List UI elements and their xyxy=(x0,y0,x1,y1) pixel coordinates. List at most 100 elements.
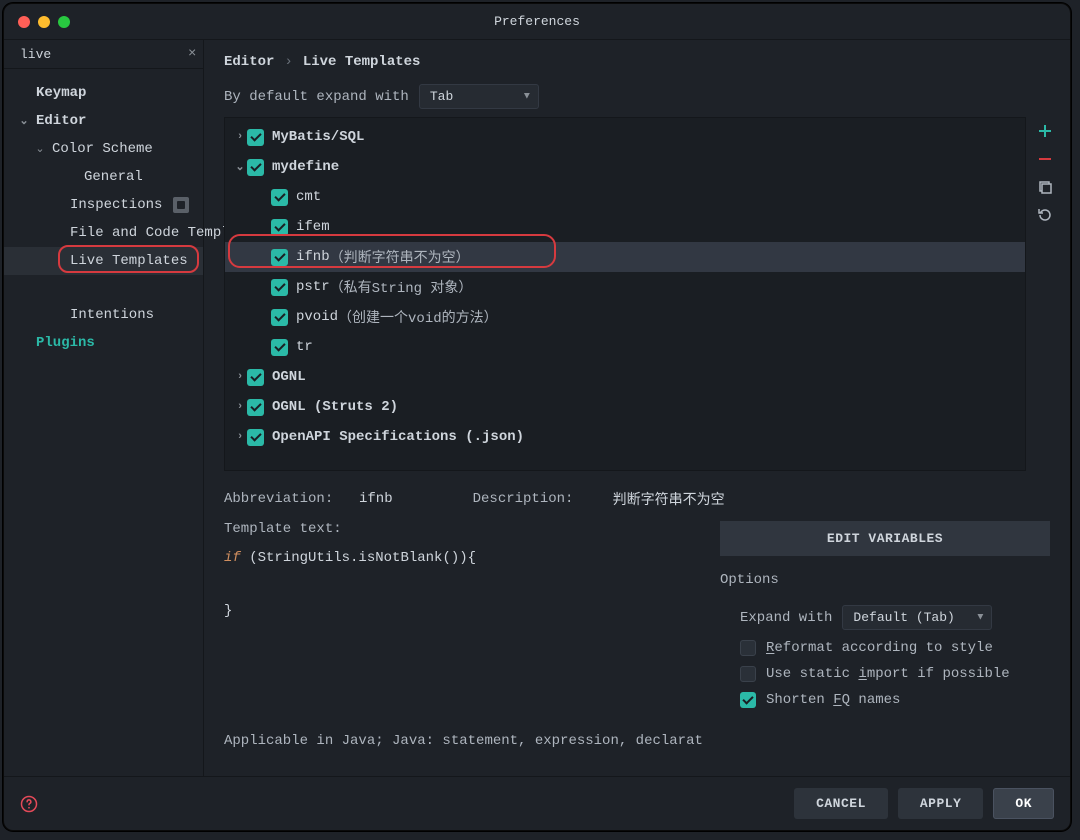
static-import-checkbox-row[interactable]: Use static import if possible xyxy=(720,661,1050,687)
template-checkbox[interactable] xyxy=(247,369,264,386)
template-checkbox[interactable] xyxy=(271,339,288,356)
chevron-icon[interactable]: › xyxy=(233,401,247,413)
template-item-name: MyBatis/SQL xyxy=(272,129,364,145)
template-item-name: pvoid xyxy=(296,309,338,325)
template-item-desc: （判断字符串不为空） xyxy=(330,247,470,267)
reformat-checkbox[interactable] xyxy=(740,640,756,656)
template-checkbox[interactable] xyxy=(247,129,264,146)
sidebar-item-file-and-code-templates[interactable]: File and Code Templates xyxy=(4,219,203,247)
chevron-icon[interactable]: ⌄ xyxy=(34,142,46,156)
sidebar-item-plugins[interactable]: Plugins xyxy=(4,329,203,357)
template-item-name: pstr xyxy=(296,279,330,295)
template-item-name: OpenAPI Specifications (.json) xyxy=(272,429,524,445)
template-checkbox[interactable] xyxy=(271,279,288,296)
sidebar-item-label: Intentions xyxy=(70,307,154,323)
template-item-name: mydefine xyxy=(272,159,339,175)
shorten-fq-checkbox[interactable] xyxy=(740,692,756,708)
template-item[interactable]: ›pstr（私有String 对象） xyxy=(225,272,1025,302)
sidebar-item-label: Inspections xyxy=(70,197,162,213)
expand-with-option-label: Expand with xyxy=(740,610,832,626)
reformat-checkbox-row[interactable]: Reformat according to style xyxy=(720,635,1050,661)
template-text-editor[interactable]: if (StringUtils.isNotBlank()){ } xyxy=(224,545,710,625)
breadcrumb-item: Live Templates xyxy=(303,54,421,70)
chevron-icon[interactable]: › xyxy=(233,131,247,143)
expand-with-option-select[interactable]: Default (Tab)▼ xyxy=(842,605,992,630)
sidebar-item-inspections[interactable]: Inspections xyxy=(4,191,203,219)
chevron-icon[interactable]: › xyxy=(233,431,247,443)
sidebar-item-color-scheme[interactable]: ⌄ Color Scheme xyxy=(4,135,203,163)
breadcrumb-separator: › xyxy=(284,54,292,70)
breadcrumb-item[interactable]: Editor xyxy=(224,54,274,70)
template-checkbox[interactable] xyxy=(271,189,288,206)
static-import-checkbox[interactable] xyxy=(740,666,756,682)
template-item[interactable]: ›pvoid（创建一个void的方法） xyxy=(225,302,1025,332)
preferences-sidebar: × Keymap ⌄ Editor ⌄ Color Scheme General Inspe… xyxy=(4,40,204,776)
expand-with-label: By default expand with xyxy=(224,89,409,105)
sidebar-item-label: Editor xyxy=(36,113,86,129)
template-checkbox[interactable] xyxy=(271,309,288,326)
breadcrumb: Editor › Live Templates xyxy=(204,40,1070,76)
description-value[interactable]: 判断字符串不为空 xyxy=(613,489,725,509)
sidebar-item-label: Keymap xyxy=(36,85,86,101)
template-item-name: OGNL (Struts 2) xyxy=(272,399,398,415)
template-item-name: ifem xyxy=(296,219,330,235)
project-level-badge-icon xyxy=(173,197,189,213)
sidebar-item-label: Live Templates xyxy=(70,253,188,269)
ok-button[interactable]: OK xyxy=(993,788,1054,819)
sidebar-item-intentions[interactable]: Intentions xyxy=(4,301,203,329)
clear-search-icon[interactable]: × xyxy=(188,46,196,62)
template-checkbox[interactable] xyxy=(271,219,288,236)
options-label: Options xyxy=(720,572,1050,588)
add-icon[interactable] xyxy=(1037,123,1053,139)
template-item-desc: （创建一个void的方法） xyxy=(338,307,498,327)
sidebar-item-live-templates[interactable]: Live Templates xyxy=(4,247,203,275)
sidebar-item-label: Color Scheme xyxy=(52,141,153,157)
cancel-button[interactable]: CANCEL xyxy=(794,788,888,819)
edit-variables-button[interactable]: EDIT VARIABLES xyxy=(720,521,1050,556)
template-checkbox[interactable] xyxy=(247,429,264,446)
window-title: Preferences xyxy=(4,14,1070,29)
revert-icon[interactable] xyxy=(1037,207,1053,223)
template-item[interactable]: › OGNL xyxy=(225,362,1025,392)
sidebar-item-keymap[interactable]: Keymap xyxy=(4,79,203,107)
template-item-desc: （私有String 对象） xyxy=(330,277,473,297)
description-label: Description: xyxy=(473,491,603,507)
template-item[interactable]: › OGNL (Struts 2) xyxy=(225,392,1025,422)
sidebar-item-label: Plugins xyxy=(36,335,95,351)
template-checkbox[interactable] xyxy=(247,399,264,416)
expand-with-select[interactable]: Tab▼ xyxy=(419,84,539,109)
titlebar: Preferences xyxy=(4,4,1070,40)
sidebar-item-editor[interactable]: ⌄ Editor xyxy=(4,107,203,135)
shorten-fq-checkbox-row[interactable]: Shorten FQ names xyxy=(720,687,1050,713)
search-input[interactable] xyxy=(20,47,188,62)
preferences-content: Editor › Live Templates By default expan… xyxy=(204,40,1070,776)
template-item[interactable]: ›ifnb（判断字符串不为空） xyxy=(225,242,1025,272)
remove-icon[interactable] xyxy=(1037,151,1053,167)
chevron-icon[interactable]: ⌄ xyxy=(18,114,30,128)
template-item[interactable]: ›cmt xyxy=(225,182,1025,212)
template-text-label: Template text: xyxy=(224,521,710,537)
template-item-name: ifnb xyxy=(296,249,330,265)
help-icon[interactable] xyxy=(20,795,38,813)
template-item-name: tr xyxy=(296,339,313,355)
template-checkbox[interactable] xyxy=(247,159,264,176)
abbreviation-label: Abbreviation: xyxy=(224,491,349,507)
applicable-context[interactable]: Applicable in Java; Java: statement, exp… xyxy=(224,733,1050,749)
template-item[interactable]: ›tr xyxy=(225,332,1025,362)
sidebar-item-general[interactable]: General xyxy=(4,163,203,191)
copy-icon[interactable] xyxy=(1037,179,1053,195)
sidebar-search[interactable]: × xyxy=(4,40,203,69)
template-tree[interactable]: ›MyBatis/SQL⌄mydefine›cmt›ifem›ifnb（判断字符… xyxy=(224,117,1026,471)
template-item-name: OGNL xyxy=(272,369,306,385)
template-item[interactable]: › OpenAPI Specifications (.json) xyxy=(225,422,1025,452)
template-checkbox[interactable] xyxy=(271,249,288,266)
chevron-icon[interactable]: › xyxy=(233,371,247,383)
apply-button[interactable]: APPLY xyxy=(898,788,984,819)
abbreviation-value[interactable]: ifnb xyxy=(359,491,393,507)
chevron-icon[interactable]: ⌄ xyxy=(233,160,247,174)
template-item-name: cmt xyxy=(296,189,321,205)
template-item[interactable]: › MyBatis/SQL xyxy=(225,122,1025,152)
sidebar-item-label: General xyxy=(84,169,143,185)
template-item[interactable]: ⌄ mydefine xyxy=(225,152,1025,182)
template-item[interactable]: ›ifem xyxy=(225,212,1025,242)
